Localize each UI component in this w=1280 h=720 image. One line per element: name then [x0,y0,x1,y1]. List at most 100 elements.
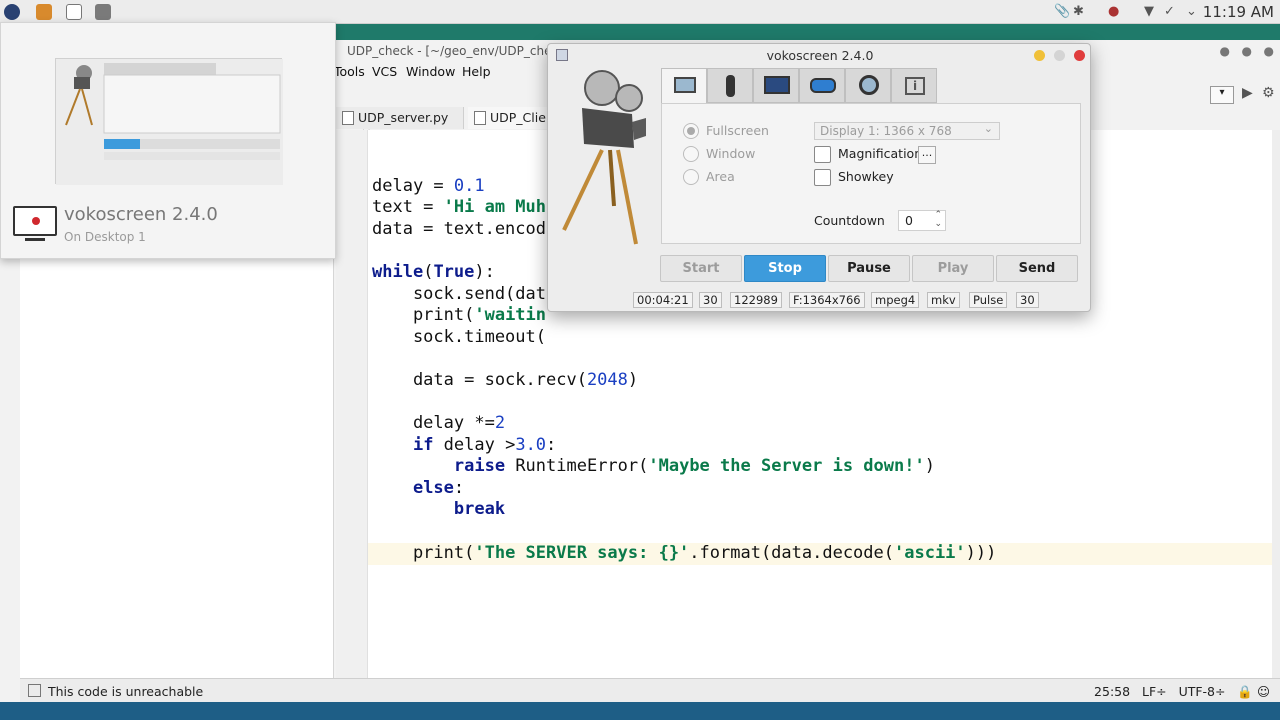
ide-title: UDP_check - [~/geo_env/UDP_check [347,44,565,58]
stat-fps-setting: 30 [1016,292,1039,308]
tab-info[interactable]: i [891,68,937,103]
top-panel: 📎 ✱ ● ▼ ✓ ⌄ 11:19 AM [0,0,1280,24]
stop-button[interactable]: Stop [744,255,826,282]
vokoscreen-window: vokoscreen 2.4.0 i Fullscreen Window Are… [547,43,1091,312]
vokoscreen-launcher-icon[interactable] [36,4,52,20]
showkey-label: Showkey [838,169,894,184]
taskbar-window-preview[interactable]: vokoscreen 2.4.0 On Desktop 1 [0,22,336,259]
stat-bytes: 122989 [730,292,782,308]
preview-title: vokoscreen 2.4.0 [64,204,218,225]
info-tab-icon: i [905,77,925,95]
stat-frame-size: F:1364x766 [789,292,865,308]
run-icon[interactable]: ▶ [1242,85,1253,101]
countdown-spinbox[interactable]: 0 ⌃ ⌄ [898,210,946,231]
menu-help[interactable]: Help [462,64,491,79]
network-check-icon[interactable]: ✓ [1164,4,1175,19]
display-select[interactable]: Display 1: 1366 x 768 ⌄ [814,122,1000,140]
webcam-tab-icon [859,75,879,95]
label-area: Area [706,169,735,184]
maximize-button[interactable] [1054,50,1065,61]
minimize-icon[interactable]: ● [1220,44,1230,58]
status-bar: This code is unreachable 25:58 LF÷ UTF-8… [20,678,1280,702]
status-message: This code is unreachable [48,684,204,699]
chevron-down-icon[interactable]: ⌄ [1186,4,1197,19]
inspector-icon[interactable]: ☺ [1257,684,1270,699]
video-settings-tab-icon [764,76,790,94]
close-icon[interactable]: ● [1264,44,1274,58]
code-line[interactable]: sock.send(dat [372,284,546,306]
tab-audio[interactable] [707,68,753,103]
tab-screen[interactable] [661,68,707,103]
toggle-tab-icon [810,78,836,93]
attachment-icon[interactable]: 📎 [1054,4,1070,19]
magnification-settings-button[interactable]: ... [918,146,936,164]
screen-tab-icon [674,77,696,93]
code-line[interactable]: sock.timeout( [372,327,546,349]
start-button[interactable]: Start [660,255,742,282]
maximize-icon[interactable]: ● [1242,44,1252,58]
code-line[interactable]: delay = 0.1 [372,176,485,198]
python-file-icon [474,111,486,125]
menu-vcs[interactable]: VCS [372,64,397,79]
code-line[interactable]: data = sock.recv(2048) [372,370,638,392]
code-line[interactable]: text = 'Hi am Muh [372,197,546,219]
spin-arrows-icon[interactable]: ⌃ ⌄ [934,211,942,229]
code-line[interactable]: raise RuntimeError('Maybe the Server is … [372,456,935,478]
tab-video[interactable] [753,68,799,103]
wifi-icon[interactable]: ▼ [1144,4,1154,19]
code-line[interactable]: print('The SERVER says: {}'.format(data.… [372,543,996,565]
minimize-button[interactable] [1034,50,1045,61]
tab-label: UDP_Clien [490,110,554,125]
play-button[interactable]: Play [912,255,994,282]
stat-container: mkv [927,292,960,308]
countdown-value: 0 [905,213,913,228]
debug-icon[interactable]: ⚙ [1262,85,1275,101]
terminal-icon[interactable] [95,4,111,20]
code-line[interactable]: print('waitin [372,305,546,327]
fedora-icon[interactable] [4,4,20,20]
magnification-checkbox[interactable] [814,146,831,163]
tab-udp-server[interactable]: UDP_server.py × [336,107,464,140]
line-gutter [336,130,368,678]
run-config-dropdown[interactable]: ▾ [1210,86,1234,104]
menu-tools[interactable]: Tools [334,64,365,79]
tab-udp-client[interactable]: UDP_Clien [468,107,558,129]
window-switcher-icon[interactable] [66,4,82,20]
python-file-icon [342,111,354,125]
file-encoding[interactable]: UTF-8÷ [1179,684,1226,699]
showkey-checkbox[interactable] [814,169,831,186]
line-ending[interactable]: LF÷ [1142,684,1167,699]
radio-window[interactable] [683,146,699,162]
vokoscreen-logo-icon [562,70,646,245]
radio-fullscreen[interactable] [683,123,699,139]
code-line[interactable]: data = text.encod [372,219,546,241]
clock[interactable]: 11:19 AM [1203,3,1274,21]
countdown-label: Countdown [814,213,885,228]
code-line[interactable]: while(True): [372,262,495,284]
code-line[interactable]: if delay >3.0: [372,435,556,457]
editor-scrollbar[interactable] [1272,130,1280,678]
code-line[interactable]: break [372,499,505,521]
stat-fps: 30 [699,292,722,308]
record-indicator-icon[interactable]: ● [1108,4,1119,19]
menu-window[interactable]: Window [406,64,455,79]
window-thumbnail[interactable] [55,58,283,185]
stat-codec: mpeg4 [871,292,920,308]
magnification-label: Magnification [838,146,923,161]
pause-button[interactable]: Pause [828,255,910,282]
window-title: vokoscreen 2.4.0 [766,48,874,63]
tab-miscellaneous[interactable] [799,68,845,103]
cursor-position[interactable]: 25:58 [1094,684,1130,699]
tab-webcam[interactable] [845,68,891,103]
label-window: Window [706,146,756,161]
bluetooth-icon[interactable]: ✱ [1073,4,1084,19]
code-line[interactable]: delay *=2 [372,413,505,435]
lock-icon[interactable]: 🔒 [1237,684,1253,699]
desktop-background-bottom [0,702,1280,720]
panel-toggle-icon[interactable] [28,684,41,697]
code-line[interactable]: else: [372,478,464,500]
radio-area[interactable] [683,169,699,185]
close-button[interactable] [1074,50,1085,61]
microphone-tab-icon [726,75,735,97]
send-button[interactable]: Send [996,255,1078,282]
